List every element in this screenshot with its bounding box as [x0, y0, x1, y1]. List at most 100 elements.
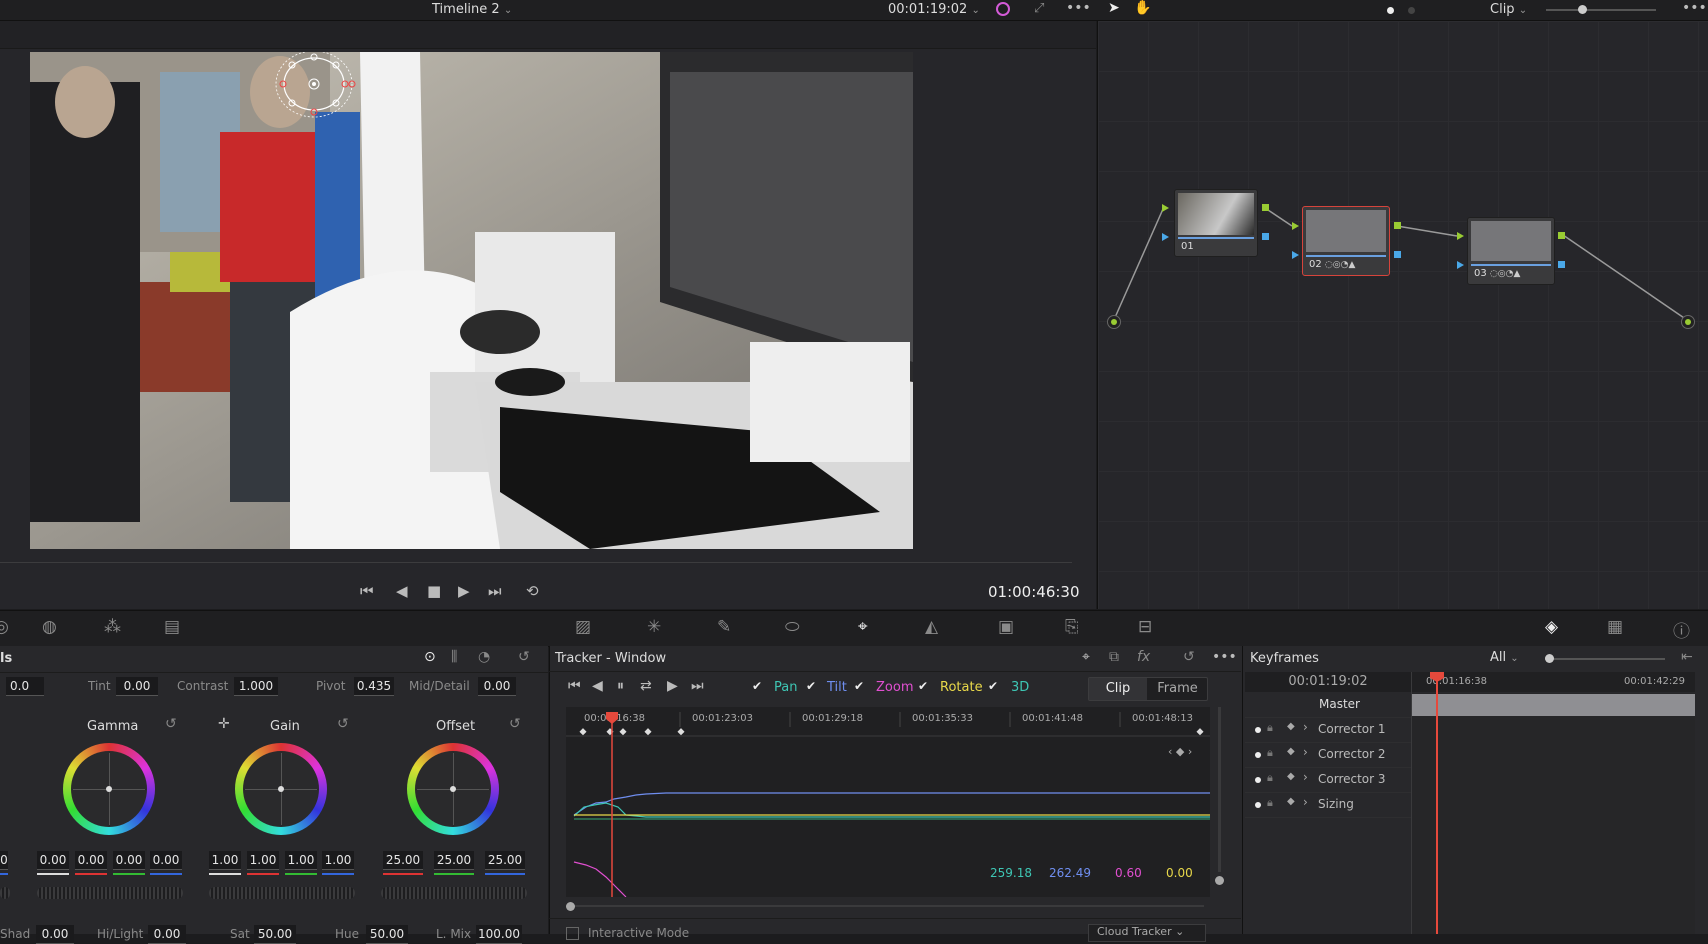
node-03-alpha-in[interactable]: [1457, 261, 1464, 269]
track-reverse-icon[interactable]: ◀: [592, 678, 603, 694]
node-more-options-icon[interactable]: •••: [1682, 0, 1707, 16]
keyframes-zoom-handle[interactable]: [1545, 654, 1554, 663]
pan-checkbox[interactable]: ✔: [752, 680, 764, 692]
keyframe-diamond-icon[interactable]: ◆: [1287, 771, 1295, 782]
track-pause-icon[interactable]: ⏸: [617, 678, 624, 694]
node-01[interactable]: 01: [1174, 189, 1258, 257]
magic-mask-icon[interactable]: ◭: [925, 617, 938, 637]
node-03[interactable]: 03 ◌◎◔▲: [1467, 217, 1555, 285]
keyframes-row-corrector-1[interactable]: 🔒︎ ◆ › Corrector 1: [1245, 718, 1411, 743]
expand-chevron-icon[interactable]: ›: [1303, 720, 1308, 734]
fullscreen-icon[interactable]: ⤢: [1034, 1, 1044, 16]
gamma-reset-icon[interactable]: ↺: [165, 716, 177, 732]
expand-chevron-icon[interactable]: ›: [1303, 770, 1308, 784]
gain-g-field[interactable]: 1.00: [285, 851, 317, 870]
visibility-dot-icon[interactable]: [1255, 752, 1261, 758]
output-node-dot[interactable]: [1681, 315, 1695, 329]
keyframes-playhead[interactable]: [1436, 676, 1438, 934]
track-last-frame-icon[interactable]: ⏭: [691, 678, 704, 694]
keyframes-icon[interactable]: ◈: [1545, 617, 1558, 637]
gain-r-field[interactable]: 1.00: [247, 851, 279, 870]
fx-icon[interactable]: fx: [1137, 649, 1150, 665]
gamma-r-field[interactable]: 0.00: [75, 851, 107, 870]
gamma-wheel[interactable]: [63, 743, 155, 835]
gain-b-field[interactable]: 1.00: [322, 851, 354, 870]
gain-master-wheel[interactable]: [209, 887, 355, 899]
go-to-end-icon[interactable]: ⏭: [488, 582, 502, 600]
tracker-reset-icon[interactable]: ↺: [1183, 649, 1195, 665]
offset-reset-icon[interactable]: ↺: [509, 716, 521, 732]
timeline-selector[interactable]: Timeline 2 ⌄: [432, 2, 512, 17]
hdr-wheels-icon[interactable]: ◍: [42, 617, 57, 637]
zoom-slider[interactable]: [1546, 5, 1656, 14]
clip-mode-selector[interactable]: Clip ⌄: [1490, 2, 1527, 17]
primaries-bars-icon[interactable]: ⫼: [451, 649, 457, 665]
keyframe-diamond-icon[interactable]: ◆: [1287, 746, 1295, 757]
node-02[interactable]: 02 ◌◎◔▲: [1302, 206, 1390, 276]
primaries-wheels-icon[interactable]: ⊙: [424, 649, 436, 665]
lift-partial-field[interactable]: 0: [0, 851, 8, 870]
expand-chevron-icon[interactable]: ›: [1303, 795, 1308, 809]
gamma-g-field[interactable]: 0.00: [113, 851, 145, 870]
keyframes-row-sizing[interactable]: 🔒︎ ◆ › Sizing: [1245, 793, 1411, 818]
reset-all-icon[interactable]: ↺: [518, 649, 530, 665]
offset-r-field[interactable]: 25.00: [383, 851, 423, 870]
crosshair-icon[interactable]: ✛: [218, 716, 230, 732]
frame-mode-button[interactable]: Frame: [1148, 678, 1207, 700]
keyframes-row-corrector-2[interactable]: 🔒︎ ◆ › Corrector 2: [1245, 743, 1411, 768]
tracker-nav-arrows[interactable]: ‹ ◆ ›: [1168, 745, 1192, 758]
step-back-icon[interactable]: ◀: [396, 582, 408, 600]
gamma-wheel-puck[interactable]: [106, 786, 112, 792]
node-01-alpha-in[interactable]: [1162, 233, 1169, 241]
offset-wheel-puck[interactable]: [450, 786, 456, 792]
gain-wheel[interactable]: [235, 743, 327, 835]
track-bidirectional-icon[interactable]: ⇄: [640, 678, 652, 694]
gamma-master-wheel[interactable]: [37, 887, 183, 899]
keyframes-row-corrector-3[interactable]: 🔒︎ ◆ › Corrector 3: [1245, 768, 1411, 793]
window-icon[interactable]: ⬭: [785, 617, 800, 637]
keyframe-diamond-icon[interactable]: ◆: [1287, 721, 1295, 732]
hilight-field[interactable]: 0.00: [148, 925, 186, 944]
play-icon[interactable]: ▶: [458, 582, 470, 600]
pointer-icon[interactable]: ➤: [1108, 0, 1120, 16]
input-node-dot[interactable]: [1107, 315, 1121, 329]
node-02-rgb-in[interactable]: [1292, 222, 1299, 230]
zoom-slider-handle[interactable]: [1578, 5, 1587, 14]
more-options-icon[interactable]: •••: [1066, 0, 1091, 16]
visibility-dot-icon[interactable]: [1255, 727, 1261, 733]
keyframes-row-master[interactable]: Master: [1245, 693, 1411, 718]
node-01-rgb-out[interactable]: [1262, 204, 1269, 211]
node-01-rgb-in[interactable]: [1162, 204, 1169, 212]
cloud-tracker-dropdown[interactable]: Cloud Tracker ⌄: [1088, 924, 1206, 942]
scopes-icon[interactable]: ▦: [1607, 617, 1623, 637]
pivot-field[interactable]: 0.435: [354, 677, 394, 696]
node-02-alpha-in[interactable]: [1292, 251, 1299, 259]
offset-g-field[interactable]: 25.00: [434, 851, 474, 870]
key-icon[interactable]: ⎘: [1065, 617, 1079, 637]
node-03-alpha-out[interactable]: [1558, 261, 1565, 268]
visibility-dot-icon[interactable]: [1255, 777, 1261, 783]
tracker-vertical-scrollbar[interactable]: [1218, 707, 1221, 872]
scrubber-bar[interactable]: [0, 562, 1072, 563]
motion-effects-icon[interactable]: ▤: [164, 617, 180, 637]
tracker-mode-icon[interactable]: ⌖: [1082, 649, 1090, 665]
blur-icon[interactable]: ▣: [998, 617, 1014, 637]
tracker-more-icon[interactable]: •••: [1212, 649, 1237, 665]
expand-chevron-icon[interactable]: ›: [1303, 745, 1308, 759]
offset-master-wheel[interactable]: [381, 887, 527, 899]
tracker-icon[interactable]: ⌖: [858, 617, 868, 637]
color-picker-icon[interactable]: [996, 2, 1010, 16]
offset-b-field[interactable]: 25.00: [485, 851, 525, 870]
color-wheels-icon[interactable]: ◎: [0, 617, 9, 637]
stop-icon[interactable]: ■: [427, 582, 441, 600]
keyframe-diamond-icon[interactable]: ◆: [1287, 796, 1295, 807]
lock-icon[interactable]: 🔒︎: [1267, 746, 1273, 760]
lmix-field[interactable]: 100.00: [476, 925, 522, 944]
info-icon[interactable]: ⓘ: [1673, 617, 1690, 642]
hue-field[interactable]: 50.00: [366, 925, 408, 944]
timecode-display[interactable]: 00:01:19:02 ⌄: [888, 2, 980, 17]
tracker-vertical-handle[interactable]: [1215, 876, 1224, 885]
node-01-alpha-out[interactable]: [1262, 233, 1269, 240]
hand-icon[interactable]: ✋: [1134, 0, 1151, 16]
rgb-mixer-icon[interactable]: ⁂: [104, 617, 121, 637]
